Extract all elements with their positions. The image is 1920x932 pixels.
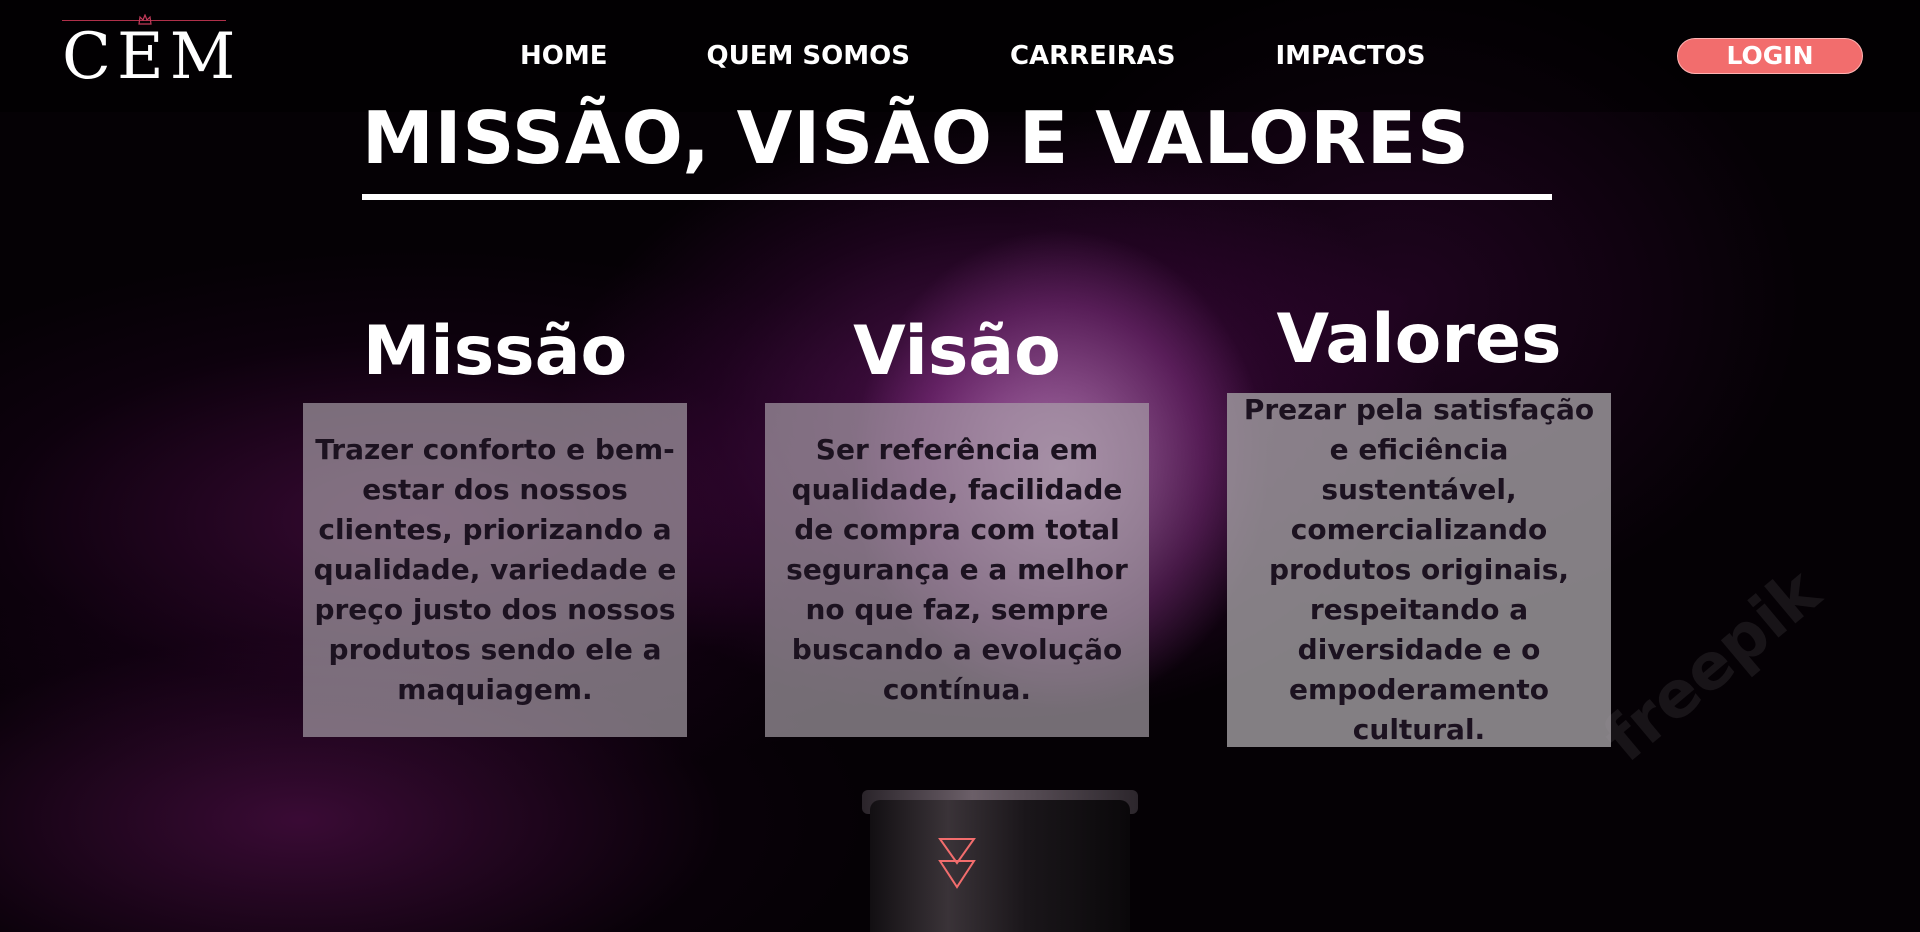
values-heading: Valores (1276, 300, 1562, 379)
nav-carreiras[interactable]: CARREIRAS (1010, 38, 1176, 74)
main-nav: HOME QUEM SOMOS CARREIRAS IMPACTOS (520, 38, 1425, 74)
vision-text: Ser referência em qualidade, facilidade … (786, 433, 1128, 706)
mission-text: Trazer conforto e bem-estar dos nossos c… (313, 433, 677, 706)
mission-card: Trazer conforto e bem-estar dos nossos c… (303, 403, 687, 737)
page-title: MISSÃO, VISÃO E VALORES (362, 96, 1470, 180)
nav-home[interactable]: HOME (520, 38, 608, 74)
mission-heading: Missão (362, 312, 628, 391)
values-text: Prezar pela satisfação e eficiência sust… (1243, 393, 1595, 746)
nav-impactos[interactable]: IMPACTOS (1275, 38, 1425, 74)
logo-text: CEM (62, 20, 242, 94)
vision-card: Ser referência em qualidade, facilidade … (765, 403, 1149, 737)
logo[interactable]: CEM (62, 14, 242, 94)
nav-quem-somos[interactable]: QUEM SOMOS (707, 38, 910, 74)
values-card: Prezar pela satisfação e eficiência sust… (1227, 393, 1611, 747)
login-button[interactable]: LOGIN (1677, 38, 1863, 74)
title-underline (362, 194, 1552, 200)
brush-handle (870, 800, 1130, 932)
double-chevron-down-icon[interactable] (938, 837, 976, 889)
vision-heading: Visão (853, 312, 1061, 391)
